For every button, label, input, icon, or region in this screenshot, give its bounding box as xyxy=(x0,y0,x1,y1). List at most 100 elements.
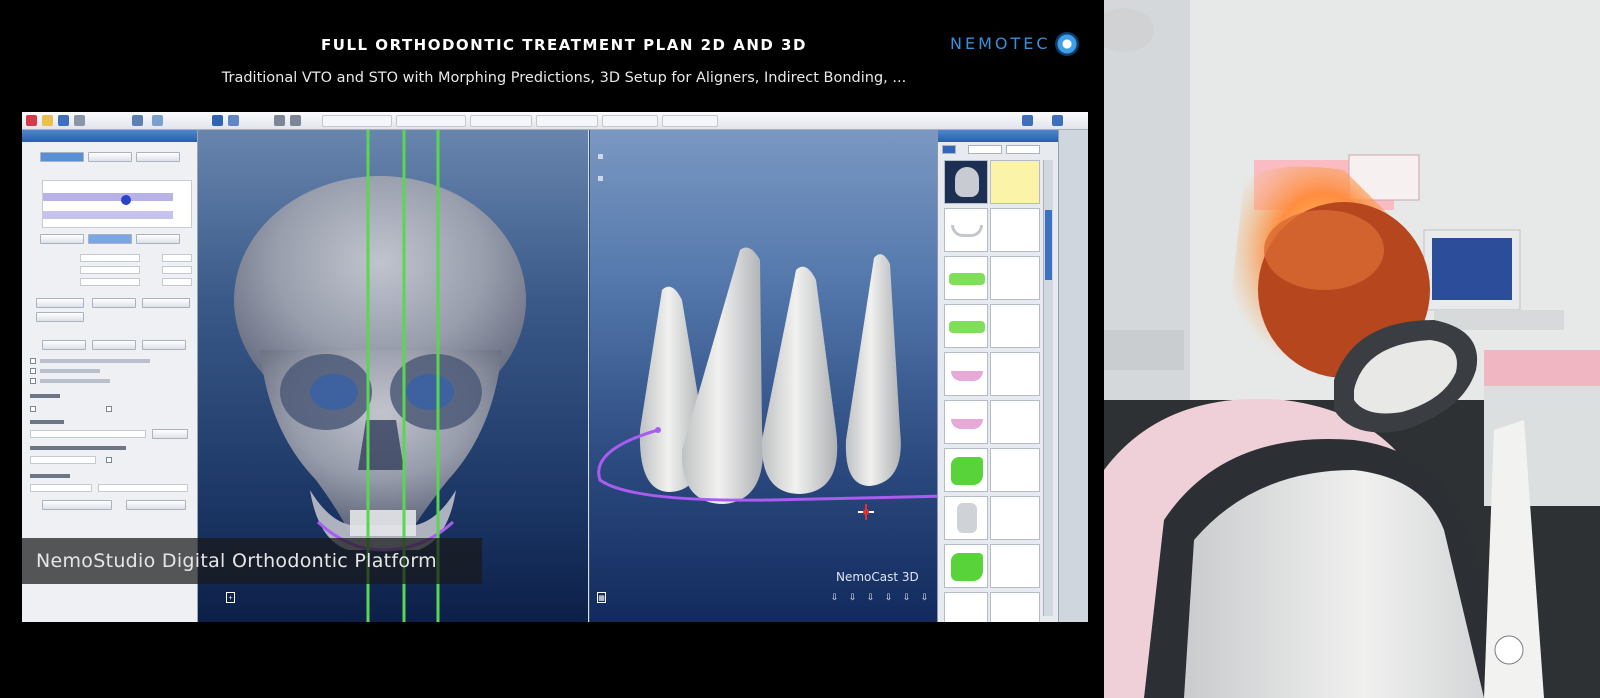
action-button-7[interactable] xyxy=(142,340,186,350)
measure-icon[interactable] xyxy=(152,115,163,126)
value-field-4[interactable] xyxy=(162,266,192,274)
left-panel-header[interactable] xyxy=(22,130,197,142)
teeth-view-tool-icon[interactable]: ▦ xyxy=(597,592,606,603)
model-list-scroll-thumb[interactable] xyxy=(1045,210,1052,280)
monitor-screen xyxy=(1432,238,1512,300)
option-checkbox-4[interactable] xyxy=(30,406,36,412)
toolbar-menu-2[interactable] xyxy=(396,115,466,127)
thumb-pink-arch-2-label[interactable] xyxy=(990,400,1040,444)
value-field-5[interactable] xyxy=(80,278,140,286)
split-view-icon[interactable] xyxy=(228,115,239,126)
tooth-thumbnail-icon xyxy=(957,503,977,533)
thumb-green-plate-2-label[interactable] xyxy=(990,544,1040,588)
dropdown-2[interactable] xyxy=(30,456,96,464)
thumb-green-plate-label[interactable] xyxy=(990,448,1040,492)
action-button-3[interactable] xyxy=(142,298,190,308)
value-field-3[interactable] xyxy=(80,266,140,274)
action-button-5[interactable] xyxy=(42,340,86,350)
toolbar-menu-4[interactable] xyxy=(536,115,598,127)
model-list-scrollbar[interactable] xyxy=(1043,160,1053,616)
value-field-6[interactable] xyxy=(162,278,192,286)
option-checkbox-6[interactable] xyxy=(106,457,112,463)
panel-tab-1[interactable] xyxy=(40,152,84,162)
option-checkbox-3[interactable] xyxy=(30,378,36,384)
expand-icon[interactable] xyxy=(1022,115,1033,126)
axis-gizmo[interactable] xyxy=(858,504,874,520)
mode-button-1[interactable] xyxy=(40,234,84,244)
app-logo-icon[interactable] xyxy=(26,115,37,126)
action-button-1[interactable] xyxy=(36,298,84,308)
pink-arch-thumbnail-icon-2 xyxy=(951,419,983,429)
teeth-row xyxy=(350,510,416,536)
thumb-green-arch-2-label[interactable] xyxy=(990,304,1040,348)
view-top-icon[interactable]: ⇩ xyxy=(866,592,875,603)
adjustment-handle[interactable] xyxy=(121,195,131,205)
view-left-icon[interactable]: ⇩ xyxy=(902,592,911,603)
thumb-green-arch-1[interactable] xyxy=(944,256,988,300)
dropdown-1[interactable] xyxy=(30,430,146,438)
section-heading-4 xyxy=(30,474,70,478)
view-front-icon[interactable]: ⇩ xyxy=(830,592,839,603)
option-checkbox-5[interactable] xyxy=(106,406,112,412)
option-checkbox-2[interactable] xyxy=(30,368,36,374)
tooth-central-incisor xyxy=(761,266,838,494)
thumb-skull-label[interactable] xyxy=(990,160,1040,204)
toolbar-menu-6[interactable] xyxy=(662,115,718,127)
option-checkbox-1[interactable] xyxy=(30,358,36,364)
camera-icon[interactable] xyxy=(132,115,143,126)
action-button-4[interactable] xyxy=(36,312,84,322)
toolbar-menu-5[interactable] xyxy=(602,115,658,127)
thumb-upper-arch-label[interactable] xyxy=(990,208,1040,252)
model-list-tab-1[interactable] xyxy=(942,145,956,154)
thumb-green-plate-2[interactable] xyxy=(944,544,988,588)
toolbar-menu-3[interactable] xyxy=(470,115,532,127)
thumb-pink-arch-label[interactable] xyxy=(990,352,1040,396)
open-icon[interactable] xyxy=(42,115,53,126)
action-button-2[interactable] xyxy=(92,298,136,308)
layout-icon[interactable] xyxy=(212,115,223,126)
teeth-3d-viewport[interactable] xyxy=(589,130,937,622)
thumb-green-plate[interactable] xyxy=(944,448,988,492)
counter xyxy=(1484,350,1600,386)
thumb-tooth-model-2[interactable] xyxy=(944,592,988,622)
main-toolbar xyxy=(22,112,1088,130)
panel-tab-3[interactable] xyxy=(136,152,180,162)
dropdown-4[interactable] xyxy=(98,484,188,492)
thumb-tooth-model[interactable] xyxy=(944,496,988,540)
toolbar-menu-1[interactable] xyxy=(322,115,392,127)
adjustment-grid[interactable] xyxy=(42,180,192,228)
section-heading-3 xyxy=(30,446,126,450)
value-field-2[interactable] xyxy=(162,254,192,262)
model-list-header[interactable] xyxy=(938,130,1058,142)
small-tool-icons[interactable] xyxy=(598,154,603,181)
value-field-1[interactable] xyxy=(80,254,140,262)
mode-button-3[interactable] xyxy=(136,234,180,244)
mode-button-2[interactable] xyxy=(88,234,132,244)
thumb-green-arch-1-label[interactable] xyxy=(990,256,1040,300)
action-button-6[interactable] xyxy=(92,340,136,350)
confirm-button[interactable] xyxy=(126,500,186,510)
panel-tab-2[interactable] xyxy=(88,152,132,162)
left-orbit-inner xyxy=(310,374,358,410)
thumb-skull[interactable] xyxy=(944,160,988,204)
thumb-upper-arch[interactable] xyxy=(944,208,988,252)
dropdown-3[interactable] xyxy=(30,484,92,492)
save-icon[interactable] xyxy=(58,115,69,126)
thumb-pink-arch[interactable] xyxy=(944,352,988,396)
model-list-tab-2[interactable] xyxy=(968,145,1002,154)
reset-button[interactable] xyxy=(42,500,112,510)
view-reset-icon[interactable]: + xyxy=(226,592,235,603)
view-right-icon[interactable]: ⇩ xyxy=(920,592,929,603)
thumb-tooth-model-2-label[interactable] xyxy=(990,592,1040,622)
thumb-tooth-model-label[interactable] xyxy=(990,496,1040,540)
view-bottom-icon[interactable]: ⇩ xyxy=(884,592,893,603)
redo-icon[interactable] xyxy=(290,115,301,126)
undo-icon[interactable] xyxy=(274,115,285,126)
thumb-pink-arch-2[interactable] xyxy=(944,400,988,444)
model-list-tab-3[interactable] xyxy=(1006,145,1040,154)
print-icon[interactable] xyxy=(74,115,85,126)
thumb-green-arch-2[interactable] xyxy=(944,304,988,348)
settings-icon[interactable] xyxy=(1052,115,1063,126)
view-side-icon[interactable]: ⇩ xyxy=(848,592,857,603)
apply-button[interactable] xyxy=(152,429,188,439)
